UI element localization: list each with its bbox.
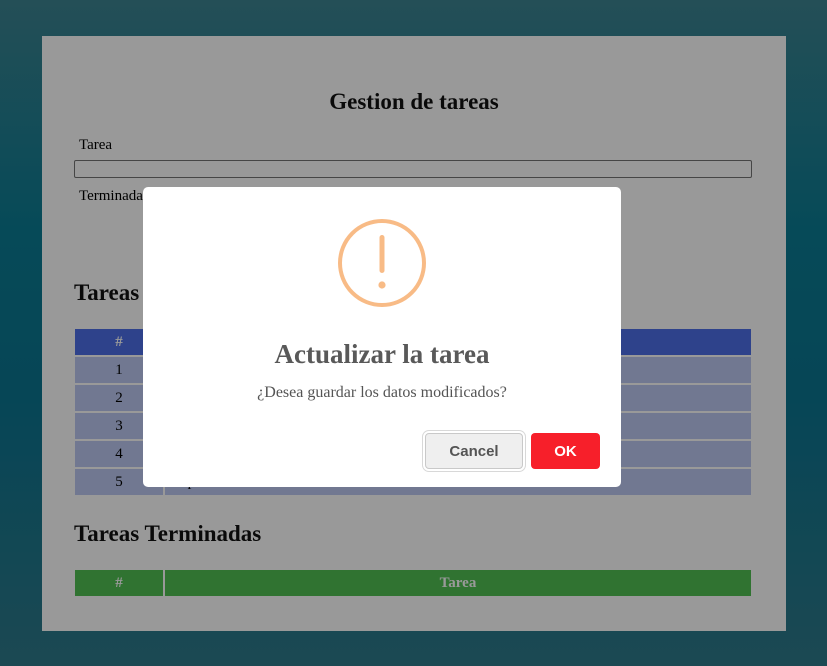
cancel-button[interactable]: Cancel — [425, 433, 523, 469]
warning-icon — [338, 219, 426, 307]
ok-button[interactable]: OK — [531, 433, 600, 469]
dialog-title: Actualizar la tarea — [274, 339, 490, 369]
update-dialog: Actualizar la tarea ¿Desea guardar los d… — [143, 187, 621, 487]
dialog-message: ¿Desea guardar los datos modificados? — [257, 384, 507, 401]
